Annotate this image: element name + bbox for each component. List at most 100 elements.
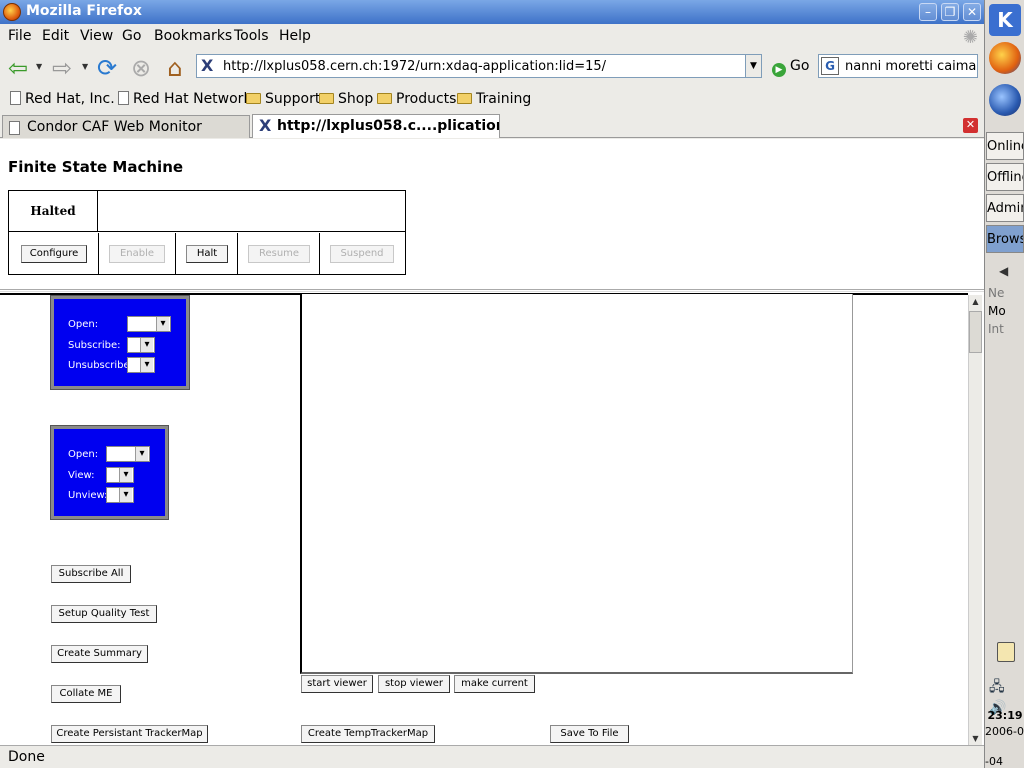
forward-dropdown-icon[interactable]: ▼: [82, 62, 88, 71]
fsm-cell: Configure: [9, 233, 99, 274]
bookmark-training[interactable]: Training: [457, 91, 531, 107]
menu-file[interactable]: File: [8, 28, 31, 44]
tab-condor-caf[interactable]: Condor CAF Web Monitor: [2, 115, 250, 138]
maximize-icon[interactable]: ❐: [941, 3, 959, 21]
tab-label: http://lxplus058.c....plication:lid=15/: [277, 118, 499, 134]
menu-edit[interactable]: Edit: [42, 28, 69, 44]
back-icon[interactable]: ⇦: [4, 54, 32, 82]
close-icon[interactable]: ✕: [963, 3, 981, 21]
task-item[interactable]: Ne: [988, 286, 1024, 302]
search-input[interactable]: G nanni moretti caimano: [818, 54, 978, 78]
bookmark-red-hat-network[interactable]: Red Hat Network: [118, 91, 252, 107]
search-text: nanni moretti caimano: [845, 59, 978, 74]
configure-button[interactable]: Configure: [21, 245, 87, 263]
thunderbird-launcher-icon[interactable]: [989, 84, 1021, 116]
enable-button[interactable]: Enable: [109, 245, 165, 263]
scroll-up-icon[interactable]: ▲: [969, 295, 982, 308]
task-item[interactable]: Mo: [988, 304, 1024, 320]
close-tab-icon[interactable]: ✕: [963, 118, 978, 133]
kde-menu-icon[interactable]: K: [989, 4, 1021, 36]
home-icon[interactable]: ⌂: [161, 54, 189, 82]
desktop-offline[interactable]: Offline: [986, 163, 1024, 191]
system-tray-icon[interactable]: 🖧🔊: [989, 676, 1021, 716]
forward-icon[interactable]: ⇨: [48, 54, 76, 82]
create-summary-button[interactable]: Create Summary: [51, 645, 148, 663]
open-label: Open:: [68, 319, 99, 330]
vertical-scrollbar[interactable]: ▲ ▼: [968, 295, 982, 745]
start-viewer-button[interactable]: start viewer: [301, 675, 373, 693]
bookmark-red-hat-inc[interactable]: Red Hat, Inc.: [10, 91, 115, 107]
clock-time[interactable]: 23:19: [987, 709, 1023, 722]
desktop-online[interactable]: Online: [986, 132, 1024, 160]
page-icon: [9, 121, 20, 135]
fsm-cell: Resume: [238, 233, 320, 274]
open-select[interactable]: [106, 446, 150, 462]
bookmark-label: Shop: [338, 91, 374, 107]
task-item[interactable]: Int: [988, 322, 1024, 338]
save-to-file-button[interactable]: Save To File: [550, 725, 629, 743]
fsm-cell: Enable: [99, 233, 176, 274]
firefox-logo-icon: [3, 3, 21, 21]
firefox-launcher-icon[interactable]: [989, 42, 1021, 74]
tab-xdaq-application[interactable]: X http://lxplus058.c....plication:lid=15…: [252, 114, 500, 138]
fsm-state: Halted: [9, 191, 98, 232]
menu-tools[interactable]: Tools: [234, 28, 269, 44]
scroll-thumb[interactable]: [969, 311, 982, 353]
viewer-frame[interactable]: [300, 294, 853, 674]
menu-go[interactable]: Go: [122, 28, 141, 44]
scroll-down-icon[interactable]: ▼: [969, 732, 982, 745]
open-label: Open:: [68, 449, 99, 460]
site-icon: X: [259, 116, 272, 135]
bookmarks-toolbar: Red Hat, Inc. Red Hat Network Support Sh…: [0, 86, 984, 112]
go-button[interactable]: ▶ Go: [772, 58, 809, 77]
fsm-table: Halted Configure Enable Halt Resume Susp…: [8, 190, 406, 275]
desktop-admin[interactable]: Admin: [986, 194, 1024, 222]
reload-icon[interactable]: ⟳: [93, 54, 121, 82]
folder-icon: [377, 93, 392, 104]
make-current-button[interactable]: make current: [454, 675, 535, 693]
collate-me-button[interactable]: Collate ME: [51, 685, 121, 703]
stop-icon[interactable]: ⊗: [127, 54, 155, 82]
minimize-icon[interactable]: –: [919, 3, 937, 21]
back-dropdown-icon[interactable]: ▼: [36, 62, 42, 71]
menu-bar: File Edit View Go Bookmarks Tools Help ✺: [0, 24, 984, 48]
clock-date: 2006-06: [985, 725, 1024, 738]
tab-label: Condor CAF Web Monitor: [27, 119, 202, 135]
view-select[interactable]: [106, 467, 134, 483]
suspend-button[interactable]: Suspend: [330, 245, 394, 263]
halt-button[interactable]: Halt: [186, 245, 228, 263]
resume-button[interactable]: Resume: [248, 245, 310, 263]
page-content: Finite State Machine Halted Configure En…: [0, 139, 984, 745]
go-label: Go: [790, 58, 810, 74]
menu-view[interactable]: View: [80, 28, 113, 44]
subscribe-select[interactable]: [127, 337, 155, 353]
folder-icon: [457, 93, 472, 104]
tab-bar: Condor CAF Web Monitor X http://lxplus05…: [0, 112, 984, 138]
unsubscribe-select[interactable]: [127, 357, 155, 373]
open-select[interactable]: [127, 316, 171, 332]
bookmark-support[interactable]: Support: [246, 91, 320, 107]
create-temptrackermap-button[interactable]: Create TempTrackerMap: [301, 725, 435, 743]
subscribe-all-button[interactable]: Subscribe All: [51, 565, 131, 583]
page-icon: [118, 91, 129, 105]
stop-viewer-button[interactable]: stop viewer: [378, 675, 450, 693]
unview-label: Unview:: [68, 490, 108, 501]
bookmark-shop[interactable]: Shop: [319, 91, 373, 107]
bookmark-products[interactable]: Products: [377, 91, 456, 107]
url-text: http://lxplus058.cern.ch:1972/urn:xdaq-a…: [223, 59, 607, 74]
kde-panel: K Online Offline Admin Browse ◀ Ne Mo In…: [984, 0, 1024, 768]
menu-help[interactable]: Help: [279, 28, 311, 44]
setup-quality-test-button[interactable]: Setup Quality Test: [51, 605, 157, 623]
url-bar[interactable]: X http://lxplus058.cern.ch:1972/urn:xdaq…: [196, 54, 762, 78]
title-bar: Mozilla Firefox – ❐ ✕: [0, 0, 984, 24]
panel-collapse-icon[interactable]: ◀: [999, 264, 1008, 278]
go-icon: ▶: [772, 63, 786, 77]
url-dropdown-icon[interactable]: ▼: [745, 55, 761, 77]
create-persistant-trackermap-button[interactable]: Create Persistant TrackerMap: [51, 725, 208, 743]
folder-icon: [246, 93, 261, 104]
desktop-browse[interactable]: Browse: [986, 225, 1024, 253]
klipper-icon[interactable]: [997, 642, 1015, 662]
menu-bookmarks[interactable]: Bookmarks: [154, 28, 232, 44]
bookmark-label: Training: [476, 91, 532, 107]
unview-select[interactable]: [106, 487, 134, 503]
